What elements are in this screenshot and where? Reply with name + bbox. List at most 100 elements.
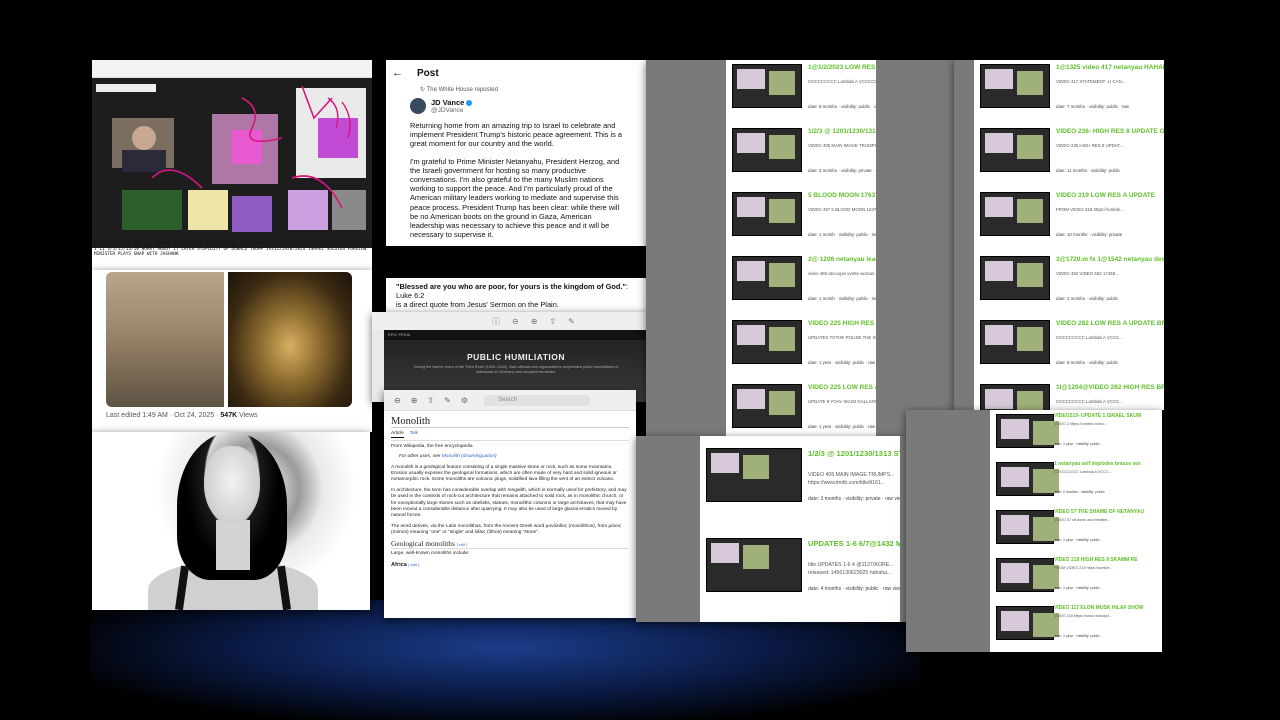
edit-link[interactable]: [ edit ] — [408, 562, 419, 567]
video-description: VIDEO 405 MAIN IMAGE TRUMPS... — [808, 472, 895, 478]
video-thumbnail[interactable] — [732, 384, 802, 428]
views-count: 547K — [220, 412, 238, 419]
video-title[interactable]: 1/2/3 @ 1201/1230/1313 STRONG -MORE VOMI… — [808, 449, 900, 458]
share-icon[interactable]: ⇧ — [427, 396, 434, 405]
video-thumbnail[interactable] — [980, 64, 1050, 108]
post-paragraph: I'm grateful to Prime Minister Netanyahu… — [410, 156, 620, 240]
info-icon[interactable]: ⓘ — [492, 316, 500, 327]
portrait-neck — [216, 520, 250, 570]
video-description: VIDEO 417 STATEMENT -U CAN... — [1056, 79, 1126, 84]
video-thumbnail[interactable] — [996, 462, 1059, 496]
tab-article[interactable]: Article — [391, 430, 404, 438]
video-list-window-2[interactable]: 1@1325 video 417 netanyau HAHAHAHAHAHA VI… — [954, 60, 1164, 410]
video-title[interactable]: 1@1/2/2023 LOW RES 282 SPORTS HAHAHAHAHA… — [808, 64, 876, 71]
avatar[interactable] — [410, 98, 426, 114]
video-thumbnail[interactable] — [732, 64, 802, 108]
video-title[interactable]: UPDATES 1-6 6/7@1432 MRS WAG DULLINS @ 1… — [808, 539, 900, 548]
video-stats: date: 11 months · visibility: public — [1056, 168, 1121, 173]
screenshot-image — [92, 78, 372, 248]
author-handle[interactable]: @JDVance — [431, 107, 472, 114]
zoom-out-icon[interactable]: ⊖ — [394, 396, 401, 405]
post-author[interactable]: JD Vance @JDVance — [386, 95, 648, 117]
video-list-window-3[interactable]: 1/2/3 @ 1201/1230/1313 STRONG -MORE VOMI… — [636, 436, 906, 622]
video-title[interactable]: 3@1720.m fx 1@1542 netanyau destroyerer … — [1056, 256, 1164, 263]
video-description: title UPDATES 1-6 4 @1127(KORE... — [808, 562, 894, 568]
video-thumbnail[interactable] — [980, 384, 1050, 410]
video-title[interactable]: VIDEO 225 LOW RES A UPDATE AGAIN YOAV GA… — [808, 384, 876, 391]
video-thumbnail[interactable] — [980, 320, 1050, 364]
video-title[interactable]: 1/2/3 @ 1201/1230/1313 STRONG -MORE VOMI… — [808, 128, 876, 135]
video-title[interactable]: VIDEO 282 LOW RES A UPDATE BRACCE; -IKWI… — [1056, 320, 1164, 327]
video-thumbnail[interactable] — [996, 510, 1059, 544]
video-thumbnail[interactable] — [732, 128, 802, 172]
encyclopedia-window[interactable]: ⓘ ⊖ ⊕ ⇧ ✎ EPIC PEDIA PUBLIC HUMILIATION … — [372, 312, 648, 402]
video-list[interactable]: VIDEO219- UPDATE 1 ISRAEL SKUM VIDEO 2 ht… — [990, 410, 1162, 652]
video-list-window-4[interactable]: VIDEO219- UPDATE 1 ISRAEL SKUM VIDEO 2 ht… — [906, 410, 1162, 652]
pen-icon[interactable]: ✎ — [444, 396, 451, 405]
video-thumbnail[interactable] — [706, 448, 802, 502]
video-caption: VIDEO 214 HIGH RES 8 · UPDATE 11/14/15/1… — [94, 242, 369, 257]
western-wall-photo[interactable] — [106, 272, 224, 407]
video-list-window-1[interactable]: 1@1/2/2023 LOW RES 282 SPORTS HAHAHAHAHA… — [646, 60, 954, 436]
post-meta: Last edited 1:49 AM · Oct 24, 2025 · 547… — [106, 412, 258, 419]
portrait-window[interactable] — [92, 432, 370, 610]
screenshot-toolbar — [92, 60, 372, 78]
video-title[interactable]: 1 netanyau self implodes brasse sex — [1054, 461, 1141, 468]
video-title[interactable]: VIDEO 319 LOW RES A UPDATE — [1056, 192, 1155, 199]
video-title[interactable]: VIDEO 219 HIGH RES 8 SKAMM RE — [1054, 557, 1138, 564]
wikipedia-window[interactable]: ⊖ ⊕ ⇧ ✎ ⚙ Search Monolith Article Talk F… — [384, 390, 636, 618]
video-title[interactable]: 5 BLOOD MOON 17637 4 ALL SNORTER OF TRUM… — [808, 192, 876, 199]
video-description: UPDATE 8 YOAV SKUM GALLANT... — [808, 399, 876, 404]
video-thumbnail[interactable] — [996, 606, 1059, 640]
video-thumbnail[interactable] — [732, 256, 802, 300]
site-brand[interactable]: EPIC PEDIA — [384, 330, 648, 340]
annotated-image — [96, 84, 366, 232]
video-thumbnail[interactable] — [706, 538, 802, 592]
author-name[interactable]: JD Vance — [431, 98, 464, 107]
video-thumbnail[interactable] — [732, 320, 802, 364]
article-content: Monolith Article Talk From Wikipedia, th… — [384, 411, 636, 575]
x-post-window[interactable]: ← Post ↻ The White House reposted JD Van… — [386, 60, 648, 246]
video-title[interactable]: 2@ 1206 netanyau leader kkk00perer video… — [808, 256, 876, 263]
post-photos-window[interactable]: Last edited 1:49 AM · Oct 24, 2025 · 547… — [92, 270, 372, 432]
video-title[interactable]: VIDEO 236- HIGH RES 8 UPDATE GOOD THINGS… — [1056, 128, 1164, 135]
back-arrow-icon[interactable]: ← — [392, 67, 403, 79]
video-thumbnail[interactable] — [980, 256, 1050, 300]
video-title[interactable]: 1@1325 video 417 netanyau HAHAHAHAHAHA — [1056, 64, 1164, 71]
church-interior-photo[interactable] — [228, 272, 352, 407]
disambiguation-link[interactable]: Monolith (disambiguation) — [442, 454, 497, 459]
video-stats: date: 8 months · visibility: public · ra… — [808, 104, 876, 109]
video-list[interactable]: 1@1325 video 417 netanyau HAHAHAHAHAHA VI… — [974, 60, 1164, 410]
video-title[interactable]: 1I@1204@VIDEO 282 HIGH RES BRACCE; -IKWI… — [1056, 384, 1164, 391]
video-list[interactable]: 1/2/3 @ 1201/1230/1313 STRONG -MORE VOMI… — [700, 436, 900, 622]
video-description: COCCCCCCC Lambda A VCCC... — [1056, 335, 1123, 340]
panel-background — [906, 410, 990, 652]
markup-icon[interactable]: ⚙ — [461, 396, 468, 405]
video-thumbnail[interactable] — [732, 192, 802, 236]
bible-quote-window: "Blessed are you who are poor, for yours… — [386, 278, 648, 312]
edit-link[interactable]: [ edit ] — [457, 542, 468, 547]
tab-talk[interactable]: Talk — [410, 430, 418, 437]
video-thumbnail[interactable] — [980, 128, 1050, 172]
video-title[interactable]: VIDEO 117 ELON MUSK HILAF SHOW — [1054, 605, 1143, 612]
video-thumbnail[interactable] — [996, 558, 1059, 592]
share-icon[interactable]: ⇧ — [549, 317, 556, 326]
zoom-in-icon[interactable]: ⊕ — [531, 317, 538, 326]
video-stats: date: 3 months · visibility: private · r… — [808, 168, 876, 173]
video-title[interactable]: VIDEO219- UPDATE 1 ISRAEL SKUM — [1054, 413, 1141, 420]
search-input[interactable]: Search — [483, 394, 590, 406]
zoom-in-icon[interactable]: ⊕ — [411, 396, 418, 405]
video-thumbnail[interactable] — [996, 414, 1059, 448]
video-description: COCCCCCCC Lambda A VCCC... — [1054, 470, 1112, 474]
video-thumbnail[interactable] — [980, 192, 1050, 236]
video-description: VIDEO 482 VIDEO 482 1746E... — [1056, 271, 1120, 276]
video-title[interactable]: VIDEO 225 HIGH RES 8 UPDATE SKUM AGAIN Y… — [808, 320, 876, 327]
video-list[interactable]: 1@1/2/2023 LOW RES 282 SPORTS HAHAHAHAHA… — [726, 60, 876, 436]
video-description: COCCCCCCC Lambda A VCCC... — [1056, 399, 1123, 404]
video-title[interactable]: VIDEO 57 THE SHAME OF NETANYAU — [1054, 509, 1144, 516]
zoom-out-icon[interactable]: ⊖ — [512, 317, 519, 326]
panel-background — [876, 60, 954, 436]
article-tabs: Article Talk — [391, 430, 629, 441]
annotated-screenshot-window[interactable]: VIDEO 214 HIGH RES 8 · UPDATE 11/14/15/1… — [92, 60, 372, 270]
pen-icon[interactable]: ✎ — [568, 317, 575, 326]
